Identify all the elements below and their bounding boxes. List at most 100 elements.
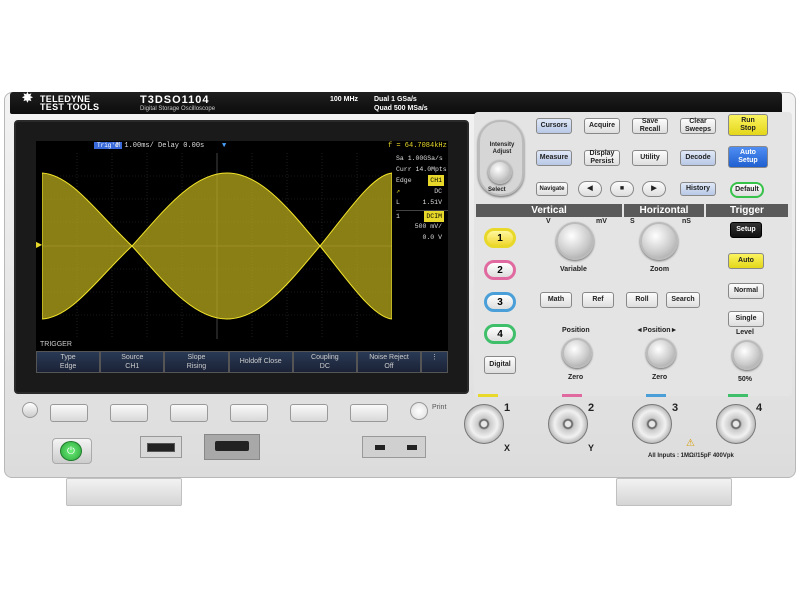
- menu-more-icon[interactable]: ⋮: [421, 351, 448, 373]
- trigger-type: Edge: [396, 177, 412, 184]
- horizontal-scale-knob[interactable]: [640, 222, 678, 260]
- softkey-coupling[interactable]: Coupling DC: [292, 351, 357, 373]
- vertical-scale-knob[interactable]: [556, 222, 594, 260]
- softkey-button-3[interactable]: [170, 404, 208, 422]
- slot-icon: [407, 445, 418, 450]
- ref-button[interactable]: Ref: [582, 292, 614, 308]
- measure-button[interactable]: Measure: [536, 150, 572, 166]
- history-button[interactable]: History: [680, 182, 716, 196]
- trigger-slope-icon: ↗: [396, 188, 400, 195]
- stop-icon: ■: [619, 185, 625, 192]
- vertical-zero-label: Zero: [568, 374, 584, 381]
- trigger-single-button[interactable]: Single: [728, 311, 764, 327]
- ch2-bnc-input[interactable]: [548, 404, 588, 444]
- ch4-bnc-input[interactable]: [716, 404, 756, 444]
- ch1-bnc-input[interactable]: [464, 404, 504, 444]
- navigate-button[interactable]: Navigate: [536, 182, 568, 196]
- default-button[interactable]: Default: [730, 182, 764, 198]
- intensity-knob[interactable]: [488, 160, 512, 184]
- utility-button[interactable]: Utility: [632, 150, 668, 166]
- ch1-waveform-envelope: [42, 172, 392, 320]
- oscilloscope: ✸ TELEDYNE TEST TOOLS T3DSO1104 Digital …: [0, 0, 800, 600]
- acquire-button[interactable]: Acquire: [584, 118, 620, 134]
- hdmi-port[interactable]: [204, 434, 260, 460]
- softkey-button-4[interactable]: [230, 404, 268, 422]
- model-name: T3DSO1104: [140, 94, 210, 106]
- quad-spec: Quad 500 MSa/s: [374, 105, 428, 112]
- timebase-readout: M 1.00ms/ Delay 0.00s: [116, 142, 205, 150]
- card-slot: [362, 436, 426, 458]
- sample-rate: Sa 1.00GSa/s: [396, 155, 443, 162]
- channel-4-button[interactable]: 4: [484, 324, 516, 344]
- dual-spec: Dual 1 GSa/s: [374, 96, 417, 103]
- vertical-scale-high-label: mV: [596, 218, 607, 225]
- softkey-noise-reject[interactable]: Noise Reject Off: [356, 351, 422, 373]
- trigger-coupling: DC: [434, 188, 442, 195]
- digital-button[interactable]: Digital: [484, 356, 516, 374]
- search-button[interactable]: Search: [666, 292, 700, 308]
- softkey-button-2[interactable]: [110, 404, 148, 422]
- math-button[interactable]: Math: [540, 292, 572, 308]
- display-persist-button[interactable]: Display Persist: [584, 150, 620, 166]
- variable-label: Variable: [560, 266, 587, 273]
- input-rating-label: All Inputs : 1MΩ//15pF 400Vpk: [648, 453, 734, 459]
- select-label: Select: [488, 187, 506, 193]
- softkey-type[interactable]: Type Edge: [36, 351, 101, 373]
- ch4-color-strip: [728, 394, 748, 397]
- save-recall-button[interactable]: Save Recall: [632, 118, 668, 134]
- channel-2-button[interactable]: 2: [484, 260, 516, 280]
- trigger-level-knob[interactable]: [732, 340, 762, 370]
- navigate-back-button[interactable]: ◀: [578, 181, 602, 197]
- trigger-normal-button[interactable]: Normal: [728, 283, 764, 299]
- run-stop-button[interactable]: Run Stop: [728, 114, 768, 136]
- clear-sweeps-button[interactable]: Clear Sweeps: [680, 118, 716, 134]
- channel-1-button[interactable]: 1: [484, 228, 516, 248]
- softkey-button-1[interactable]: [50, 404, 88, 422]
- softkey-source[interactable]: Source CH1: [100, 351, 165, 373]
- trigger-level-knob-label: Level: [736, 329, 754, 336]
- display-screen: Trig'd M 1.00ms/ Delay 0.00s ▼ f = 64.70…: [36, 141, 448, 373]
- print-button[interactable]: [410, 402, 428, 420]
- x-input-label: X: [504, 443, 511, 453]
- model-subtitle: Digital Storage Oscilloscope: [140, 106, 216, 112]
- horizontal-zero-label: Zero: [652, 374, 668, 381]
- ch1-input-label: 1: [504, 402, 511, 414]
- softkey-button-5[interactable]: [290, 404, 328, 422]
- play-icon: ▶: [651, 185, 657, 192]
- softkey-button-6[interactable]: [350, 404, 388, 422]
- hdmi-icon: [215, 441, 249, 451]
- ch1-index: 1: [396, 213, 400, 220]
- horizontal-position-knob[interactable]: [646, 338, 676, 368]
- horizontal-scale-high-label: nS: [682, 218, 691, 225]
- ch3-bnc-input[interactable]: [632, 404, 672, 444]
- ch4-input-label: 4: [756, 402, 763, 414]
- navigate-stop-button[interactable]: ■: [610, 181, 634, 197]
- trigger-auto-button[interactable]: Auto: [728, 253, 764, 269]
- roll-button[interactable]: Roll: [626, 292, 658, 308]
- menu-on-off-button[interactable]: [22, 402, 38, 418]
- vertical-scale-low-label: V: [546, 218, 551, 225]
- menu-title: TRIGGER: [40, 341, 72, 348]
- auto-setup-button[interactable]: Auto Setup: [728, 146, 768, 168]
- brand-line2: TEST TOOLS: [40, 102, 100, 112]
- fifty-percent-label: 50%: [738, 376, 753, 383]
- navigate-forward-button[interactable]: ▶: [642, 181, 666, 197]
- softkey-slope[interactable]: Slope Rising: [164, 351, 229, 373]
- cursors-button[interactable]: Cursors: [536, 118, 572, 134]
- decode-button[interactable]: Decode: [680, 150, 716, 166]
- channel-3-button[interactable]: 3: [484, 292, 516, 312]
- left-foot: [66, 478, 182, 506]
- softkey-holdoff[interactable]: Holdoff Close: [228, 351, 293, 373]
- ch1-offset: 0.0 V: [422, 234, 442, 241]
- horizontal-position-label: ◄Position►: [636, 327, 678, 334]
- vertical-position-knob[interactable]: [562, 338, 592, 368]
- trigger-position-marker-icon: ▼: [222, 142, 227, 150]
- power-button[interactable]: ⏻: [60, 441, 82, 461]
- usb-host-port[interactable]: [140, 436, 182, 458]
- zoom-label: Zoom: [650, 266, 670, 273]
- waveform-grid: [42, 153, 392, 339]
- intensity-knob-housing: [478, 120, 524, 196]
- info-panel: Sa 1.00GSa/s Curr 14.0Mpts Edge CH1 ↗ DC…: [396, 151, 448, 351]
- trigger-setup-button[interactable]: Setup: [730, 222, 762, 238]
- horizontal-section-header: Horizontal: [624, 204, 704, 217]
